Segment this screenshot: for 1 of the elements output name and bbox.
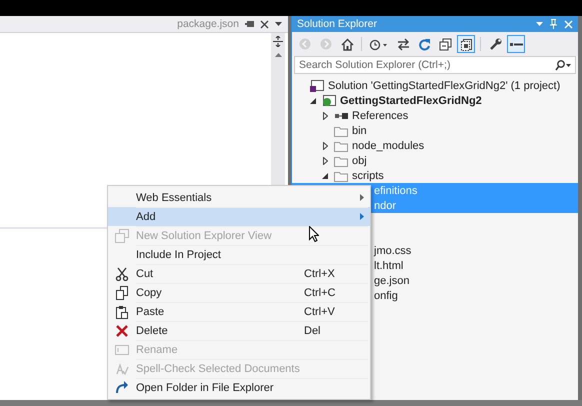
panel-title: Solution Explorer <box>297 18 378 30</box>
